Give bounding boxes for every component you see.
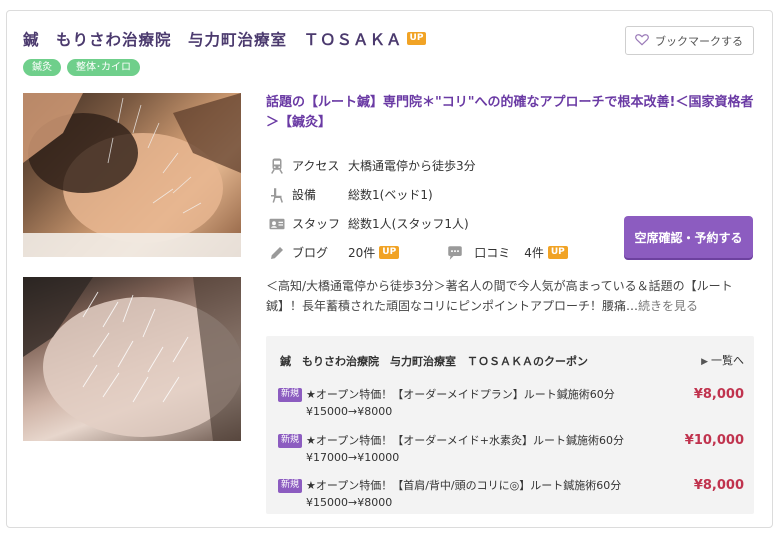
bookmark-label: ブックマークする (655, 34, 743, 48)
salon-title-text[interactable]: 鍼 もりさわ治療院 与力町治療室 ＴＯＳＡＫＡ (23, 31, 403, 49)
salon-info: アクセス 大橋通電停から徒歩3分 設備 総数1(ベッド1) スタッフ 総数1人(… (266, 151, 606, 267)
review-count: 4件 (524, 246, 544, 260)
coupon-item[interactable]: 新規 ★オープン特価！【首肩/背中/頭のコリに◎】ルート鍼施術60分¥15000… (278, 477, 744, 511)
coupon-text: ★オープン特価！【オーダーメイドプラン】ルート鍼施術60分¥15000→¥800… (306, 388, 615, 418)
bookmark-button[interactable]: ブックマークする (625, 26, 754, 55)
coupon-box: 鍼 もりさわ治療院 与力町治療室 ＴＯＳＡＫＡのクーポン ▶ 一覧へ 新規 ★オー… (266, 336, 754, 514)
tag-acupuncture: 鍼灸 (23, 59, 61, 76)
coupon-price: ¥10,000 (684, 433, 744, 448)
staff-value: 総数1人(スタッフ1人) (348, 217, 469, 231)
access-value: 大橋通電停から徒歩3分 (348, 159, 476, 173)
speech-bubble-icon (444, 243, 466, 263)
new-badge: 新規 (278, 479, 303, 493)
reserve-button[interactable]: 空席確認・予約する (624, 216, 753, 258)
salon-title[interactable]: 鍼 もりさわ治療院 与力町治療室 ＴＯＳＡＫＡ UP (23, 28, 427, 50)
salon-photo-face[interactable] (23, 93, 241, 257)
coupon-text: ★オープン特価！【首肩/背中/頭のコリに◎】ルート鍼施術60分¥15000→¥8… (306, 479, 622, 509)
staff-row: スタッフ 総数1人(スタッフ1人) (266, 209, 606, 238)
coupon-price: ¥8,000 (693, 387, 744, 402)
coupon-header: 鍼 もりさわ治療院 与力町治療室 ＴＯＳＡＫＡのクーポン (280, 355, 588, 368)
tag-chiropractic: 整体･カイロ (67, 59, 140, 76)
coupon-list-label: 一覧へ (711, 354, 744, 367)
up-badge: UP (406, 32, 427, 45)
coupon-list-link[interactable]: ▶ 一覧へ (701, 352, 744, 368)
coupon-item[interactable]: 新規 ★オープン特価！【オーダーメイドプラン】ルート鍼施術60分¥15000→¥… (278, 386, 744, 420)
equipment-label: 設備 (292, 188, 317, 202)
access-row: アクセス 大橋通電停から徒歩3分 (266, 151, 606, 180)
blog-link[interactable]: ブログ (292, 244, 348, 261)
genre-tags: 鍼灸 整体･カイロ (23, 59, 140, 76)
salon-card: 鍼 もりさわ治療院 与力町治療室 ＴＯＳＡＫＡ UP ブックマークする 鍼灸 整体… (6, 10, 773, 528)
equipment-row: 設備 総数1(ベッド1) (266, 180, 606, 209)
arrow-right-icon: ▶ (701, 357, 708, 367)
review-label: 口コミ (474, 246, 511, 260)
coupon-item[interactable]: 新規 ★オープン特価！【オーダーメイド+水素灸】ルート鍼施術60分¥17000→… (278, 432, 744, 466)
staff-label: スタッフ (292, 217, 341, 231)
equipment-value: 総数1(ベッド1) (348, 188, 433, 202)
salon-photo-back[interactable] (23, 277, 241, 441)
chair-icon (266, 185, 288, 205)
review-link[interactable]: 口コミ 4件 UP (444, 243, 568, 263)
coupon-text: ★オープン特価！【オーダーメイド+水素灸】ルート鍼施術60分¥17000→¥10… (306, 434, 624, 464)
read-more-link[interactable]: 続きを見る (638, 299, 698, 313)
train-icon (266, 156, 288, 176)
heart-icon (634, 31, 650, 50)
new-badge: 新規 (278, 388, 303, 402)
salon-headline[interactable]: 話題の【ルート鍼】専門院＊"コリ"への的確なアプローチで根本改善!＜国家資格者＞… (266, 93, 756, 133)
new-badge: 新規 (278, 434, 303, 448)
blog-count: 20件 (348, 246, 376, 260)
coupon-price: ¥8,000 (693, 478, 744, 493)
salon-description: ＜高知/大橋通電停から徒歩3分＞著名人の間で今人気が高まっている＆話題の【ルート… (266, 276, 753, 316)
blog-up-badge: UP (379, 246, 400, 259)
review-up-badge: UP (547, 246, 568, 259)
blog-row: ブログ 20件 UP 口コミ 4件 UP (266, 238, 606, 267)
access-label: アクセス (292, 159, 340, 173)
staff-card-icon (266, 214, 288, 234)
pen-icon (266, 243, 288, 263)
